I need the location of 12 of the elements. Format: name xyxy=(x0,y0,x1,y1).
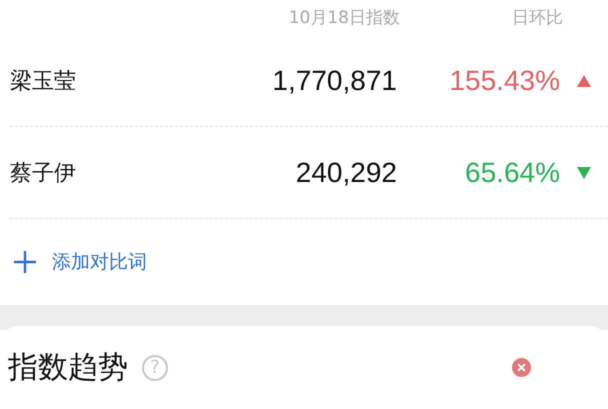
keyword-name: 蔡子伊 xyxy=(10,160,76,188)
column-header: 日环比 xyxy=(511,7,563,29)
index-value: 240,292 xyxy=(294,156,397,188)
add-keyword-link[interactable]: 添加对比词 xyxy=(52,249,147,275)
close-icon[interactable] xyxy=(512,358,531,377)
column-header: 10月18日指数 xyxy=(288,7,400,29)
section-title: 指数趋势 xyxy=(8,349,128,387)
change-value: 65.64% xyxy=(464,156,560,188)
change-value: 155.43% xyxy=(448,64,560,96)
keyword-name: 梁玉莹 xyxy=(10,68,76,96)
plus-icon[interactable] xyxy=(13,250,37,274)
index-value: 1,770,871 xyxy=(271,64,397,96)
